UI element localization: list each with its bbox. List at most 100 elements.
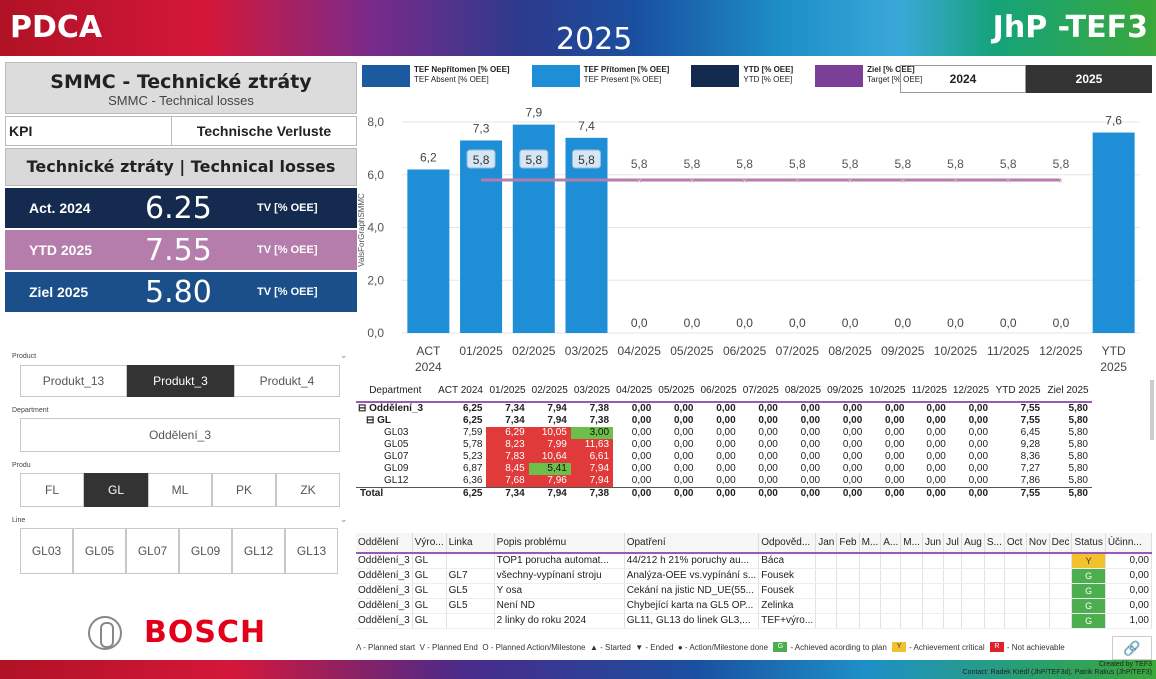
matrix-header[interactable]: ACT 2024 (434, 380, 487, 403)
matrix-cell: 0,00 (842, 403, 863, 414)
action-month-cell (1026, 583, 1050, 599)
kpi-card-ytd-2025: YTD 2025 7.55 TV [% OEE] (5, 230, 357, 270)
matrix-header[interactable]: 04/2025 (613, 380, 656, 403)
actions-header[interactable]: Popis problému (494, 533, 625, 554)
matrix-row-label: GL09 (384, 463, 409, 474)
year-button-2024[interactable]: 2024 (900, 65, 1026, 93)
action-row[interactable]: Oddělení_3 GL GL7 všechny-vypínaní stroju An… (356, 568, 1153, 584)
actions-header[interactable]: Status (1071, 533, 1106, 554)
link-icon[interactable]: 🔗 (1112, 636, 1152, 660)
actions-header[interactable]: Jan (815, 533, 838, 554)
slicer-option-gl05[interactable]: GL05 (73, 528, 126, 574)
slicer-option-gl07[interactable]: GL07 (126, 528, 179, 574)
slicer-option-gl13[interactable]: GL13 (285, 528, 338, 574)
action-row[interactable]: Oddělení_3 GL GL5 Není ND Chybející karta na… (356, 598, 1153, 614)
matrix-row[interactable]: GL07 5,23 7,83 10,64 6,61 0,00 0,00 0,00 0,00 0,0… (356, 451, 1092, 463)
matrix-header[interactable]: YTD 2025 (992, 380, 1045, 403)
actions-header[interactable]: Odpověd... (758, 533, 817, 554)
action-row[interactable]: Oddělení_3 GL GL5 Y osa Cekání na jistic ND_… (356, 583, 1153, 599)
matrix-row[interactable]: ⊟ GL 6,25 7,34 7,94 7,38 0,00 0,00 0,00 0,00 0,00… (356, 415, 1092, 427)
actions-header[interactable]: Nov (1026, 533, 1050, 554)
x-tick-label: 12/2025 (1039, 344, 1083, 358)
slicer-option-gl09[interactable]: GL09 (179, 528, 232, 574)
status-legend: Λ - Planned start V - Planned End O - Pl… (356, 642, 1065, 652)
actions-header[interactable]: Jul (943, 533, 963, 554)
slicer-option-zk[interactable]: ZK (276, 473, 340, 507)
status-badge: G (1071, 583, 1106, 599)
legend-item[interactable]: YTD [% OEE] YTD [% OEE] (691, 65, 793, 87)
actions-header[interactable]: A... (880, 533, 902, 554)
slicer-option-gl03[interactable]: GL03 (20, 528, 73, 574)
matrix-cell: 7,27 (1020, 463, 1041, 474)
data-label: 0,0 (947, 316, 964, 330)
effectiveness-cell: 0,00 (1105, 568, 1153, 584)
status-badge: G (1071, 598, 1106, 614)
actions-header[interactable]: Linka (446, 533, 495, 554)
actions-header[interactable]: Jun (922, 533, 945, 554)
matrix-row[interactable]: GL09 6,87 8,45 5,41 7,94 0,00 0,00 0,00 0,00 0,00… (356, 463, 1092, 475)
matrix-header[interactable]: 01/2025 (486, 380, 529, 403)
matrix-row[interactable]: GL03 7,59 6,29 10,05 3,00 0,00 0,00 0,00 0,00 0,0… (356, 427, 1092, 439)
target-label: 5,8 (894, 157, 911, 171)
actions-header[interactable]: S... (984, 533, 1005, 554)
matrix-cell: 7,34 (505, 403, 525, 414)
action-month-cell (1004, 613, 1027, 629)
slicer-option-produkt-13[interactable]: Produkt_13 (20, 365, 127, 397)
matrix-row[interactable]: GL12 6,36 7,68 7,96 7,94 0,00 0,00 0,00 0,00 0,00… (356, 475, 1092, 488)
matrix-header[interactable]: 08/2025 (781, 380, 825, 403)
matrix-header[interactable]: 05/2025 (655, 380, 698, 403)
actions-header[interactable]: Aug (961, 533, 985, 554)
action-month-cell (984, 568, 1005, 584)
matrix-cell: 11,63 (570, 439, 614, 451)
slicer-option-produkt-3[interactable]: Produkt_3 (127, 365, 234, 397)
kpi-title: SMMC - Technické ztráty (50, 71, 312, 93)
legend-item[interactable]: TEF Přítomen [% OEE] TEF Present [% OEE] (531, 65, 669, 87)
action-month-cell (984, 553, 1005, 569)
actions-header[interactable]: Oddělení (356, 533, 413, 554)
actions-header[interactable]: M... (900, 533, 923, 554)
slicer-option-gl[interactable]: GL (84, 473, 148, 507)
chevron-down-icon[interactable]: ⌄ (340, 514, 348, 525)
actions-header[interactable]: Výro... (412, 533, 447, 554)
slicer-option-department[interactable]: Oddělení_3 (20, 418, 340, 452)
matrix-cell: 7,38 (589, 415, 610, 426)
actions-header[interactable]: Oct (1004, 533, 1027, 554)
status-badge: Y (1071, 553, 1106, 569)
matrix-header[interactable]: Ziel 2025 (1044, 380, 1092, 403)
matrix-header[interactable]: 11/2025 (908, 380, 950, 403)
action-cell: GL11, GL13 do linek GL3,... (624, 613, 760, 629)
actions-header[interactable]: M... (859, 533, 882, 554)
data-label: 7,6 (1105, 114, 1122, 128)
slicer-option-produkt-4[interactable]: Produkt_4 (234, 365, 340, 397)
action-row[interactable]: Oddělení_3 GL TOP1 porucha automat... 44/21… (356, 553, 1153, 569)
matrix-header[interactable]: 02/2025 (528, 380, 571, 403)
matrix-header[interactable]: 03/2025 (570, 380, 614, 403)
year-button-2025[interactable]: 2025 (1026, 65, 1152, 93)
matrix-row[interactable]: GL05 5,78 8,23 7,99 11,63 0,00 0,00 0,00 0,00 0,0… (356, 439, 1092, 451)
slicer-option-fl[interactable]: FL (20, 473, 84, 507)
matrix-row[interactable]: ⊟ Oddělení_3 6,25 7,34 7,94 7,38 0,00 0,00 0,00… (356, 402, 1092, 415)
action-cell: 2 linky do roku 2024 (494, 613, 625, 629)
legend-swatch (691, 65, 740, 87)
action-row[interactable]: Oddělení_3 GL 2 linky do roku 2024 GL11, GL… (356, 613, 1153, 629)
slicer-option-pk[interactable]: PK (212, 473, 276, 507)
action-month-cell (961, 613, 985, 629)
actions-header[interactable]: Dec (1049, 533, 1073, 554)
matrix-header[interactable]: 07/2025 (739, 380, 782, 403)
actions-header[interactable]: Účinn... (1105, 533, 1153, 554)
matrix-scrollbar[interactable] (1150, 380, 1154, 440)
target-label: 5,8 (842, 157, 859, 171)
actions-header[interactable]: Feb (836, 533, 860, 554)
matrix-header[interactable]: 09/2025 (824, 380, 867, 403)
slicer-option-gl12[interactable]: GL12 (232, 528, 285, 574)
legend-item[interactable]: TEF Nepřítomen [% OEE] TEF Absent [% OEE] (362, 65, 510, 87)
data-label: 6,2 (420, 150, 437, 164)
actions-header[interactable]: Opatření (624, 533, 760, 554)
matrix-header[interactable]: Department (356, 380, 435, 403)
year-toggle: 2024 2025 (900, 65, 1152, 93)
matrix-header[interactable]: 12/2025 (949, 380, 993, 403)
matrix-cell: 0,00 (716, 415, 736, 426)
matrix-header[interactable]: 10/2025 (866, 380, 909, 403)
slicer-option-ml[interactable]: ML (148, 473, 212, 507)
matrix-header[interactable]: 06/2025 (697, 380, 740, 403)
